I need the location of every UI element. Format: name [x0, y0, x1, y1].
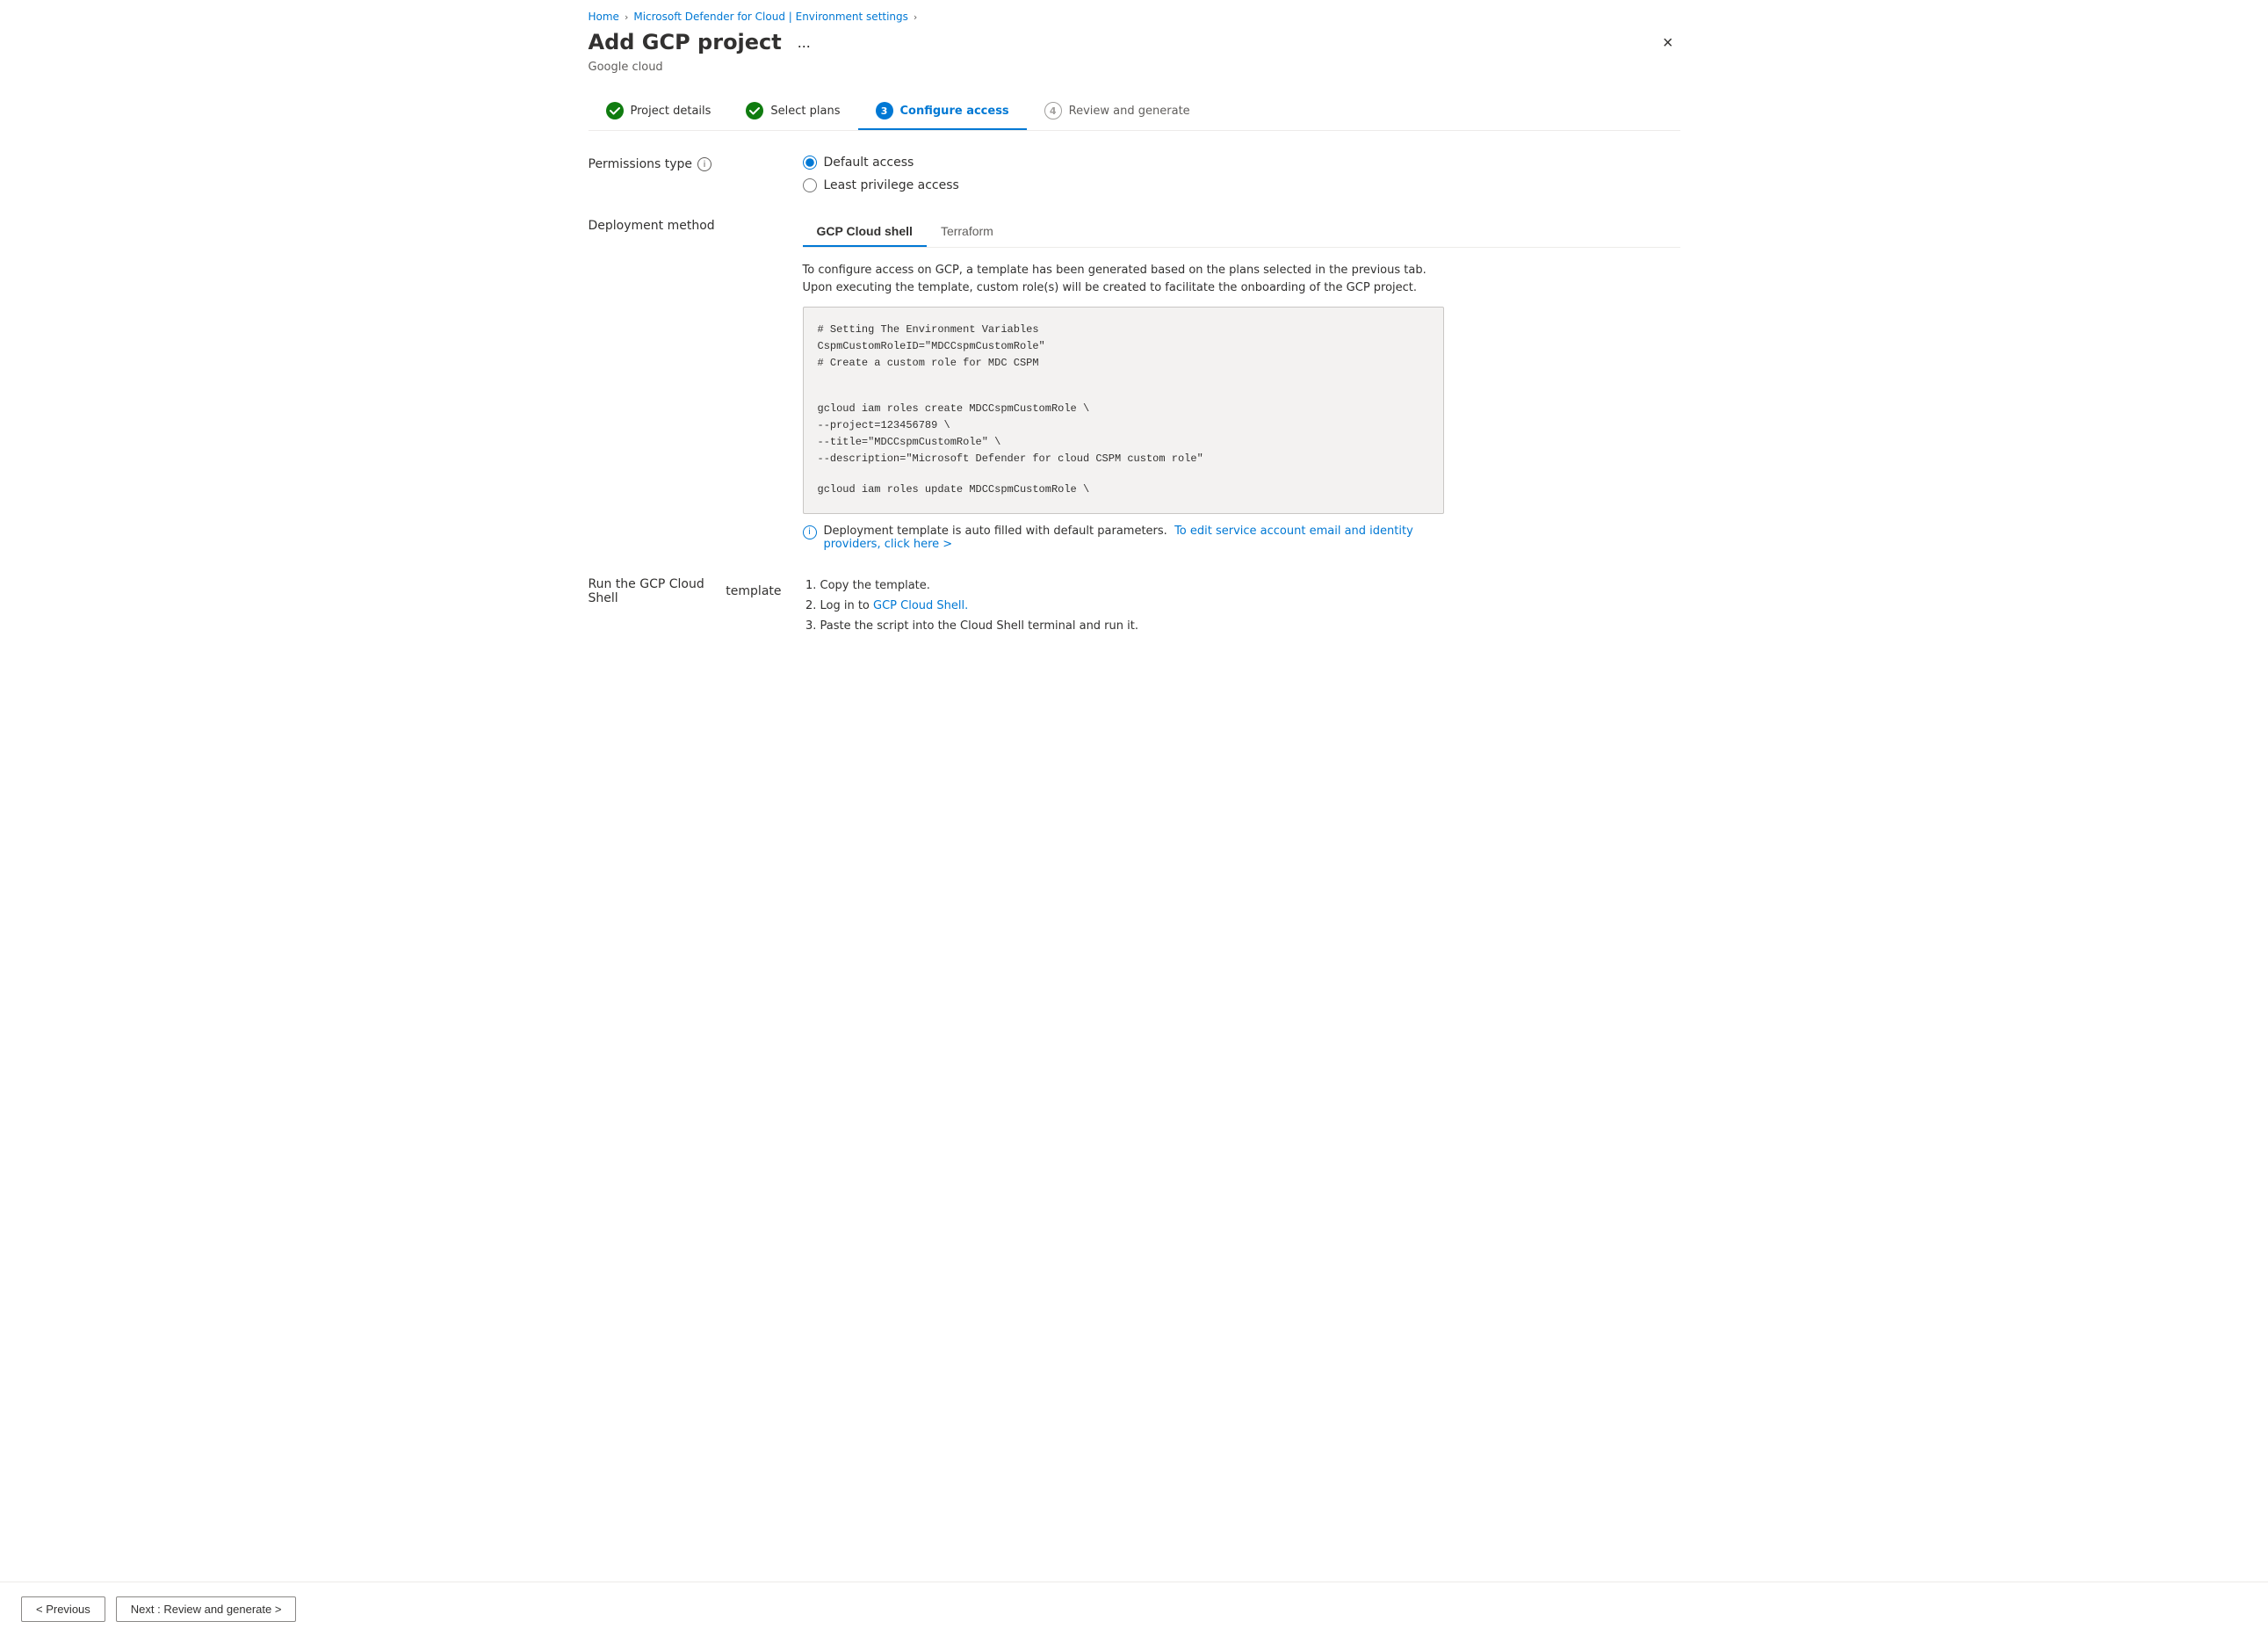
code-line-7: --project=123456789 \ — [818, 417, 1429, 434]
run-step-1: Copy the template. — [820, 575, 1680, 596]
run-step-3: Paste the script into the Cloud Shell te… — [820, 616, 1680, 636]
close-button[interactable]: × — [1656, 30, 1680, 57]
step1-circle — [606, 102, 624, 119]
deployment-info-note: i Deployment template is auto filled wit… — [803, 525, 1444, 551]
least-privilege-label: Least privilege access — [824, 178, 959, 192]
page-subtitle: Google cloud — [589, 61, 1680, 74]
breadcrumb: Home › Microsoft Defender for Cloud | En… — [589, 0, 1680, 30]
deployment-tabs: GCP Cloud shell Terraform — [803, 217, 1680, 248]
breadcrumb-env-settings[interactable]: Microsoft Defender for Cloud | Environme… — [633, 11, 908, 23]
step-review-generate[interactable]: 4 Review and generate — [1027, 91, 1208, 130]
step1-label: Project details — [631, 105, 711, 118]
info-note-text: Deployment template is auto filled with … — [824, 525, 1444, 551]
code-line-8: --title="MDCCspmCustomRole" \ — [818, 434, 1429, 451]
run-step-2: Log in to GCP Cloud Shell. — [820, 596, 1680, 616]
default-access-radio[interactable] — [803, 156, 817, 170]
run-template-label: Run the GCP Cloud Shell template — [589, 577, 782, 605]
least-privilege-option[interactable]: Least privilege access — [803, 178, 1680, 192]
gcp-cloud-shell-tab[interactable]: GCP Cloud shell — [803, 217, 927, 247]
step-select-plans[interactable]: Select plans — [728, 91, 857, 130]
step4-label: Review and generate — [1069, 105, 1190, 118]
info-note-icon: i — [803, 525, 817, 539]
code-line-4 — [818, 373, 1429, 387]
terraform-tab[interactable]: Terraform — [927, 217, 1008, 247]
code-line-1: # Setting The Environment Variables — [818, 322, 1429, 338]
page-header: Add GCP project ... × — [589, 30, 1680, 57]
default-access-option[interactable]: Default access — [803, 156, 1680, 170]
code-line-6: gcloud iam roles create MDCCspmCustomRol… — [818, 401, 1429, 417]
permissions-info-icon[interactable]: i — [697, 157, 711, 171]
code-line-5 — [818, 387, 1429, 401]
permissions-type-label: Permissions type i — [589, 157, 782, 171]
ellipsis-menu-button[interactable]: ... — [792, 32, 816, 54]
deployment-method-row: Deployment method GCP Cloud shell Terraf… — [589, 217, 1680, 551]
step3-circle: 3 — [876, 102, 893, 119]
step4-circle: 4 — [1044, 102, 1062, 119]
code-line-3: # Create a custom role for MDC CSPM — [818, 355, 1429, 372]
code-line-9: --description="Microsoft Defender for cl… — [818, 451, 1429, 467]
breadcrumb-home[interactable]: Home — [589, 11, 619, 23]
code-line-10 — [818, 467, 1429, 481]
run-template-steps: Copy the template. Log in to GCP Cloud S… — [803, 575, 1680, 637]
deployment-method-label: Deployment method — [589, 219, 782, 233]
least-privilege-radio[interactable] — [803, 178, 817, 192]
step2-label: Select plans — [770, 105, 840, 118]
deployment-description: To configure access on GCP, a template h… — [803, 262, 1444, 296]
permissions-type-row: Permissions type i Default access Least … — [589, 156, 1680, 192]
code-line-11: gcloud iam roles update MDCCspmCustomRol… — [818, 481, 1429, 498]
main-content: Permissions type i Default access Least … — [589, 156, 1680, 1636]
step-configure-access[interactable]: 3 Configure access — [858, 91, 1027, 130]
previous-button[interactable]: < Previous — [21, 1596, 105, 1622]
breadcrumb-sep-2: › — [914, 11, 917, 23]
default-access-label: Default access — [824, 156, 914, 170]
step-project-details[interactable]: Project details — [589, 91, 729, 130]
breadcrumb-sep-1: › — [625, 11, 628, 23]
next-button[interactable]: Next : Review and generate > — [116, 1596, 297, 1622]
permissions-radio-group: Default access Least privilege access — [803, 156, 1680, 192]
gcp-cloud-shell-link[interactable]: GCP Cloud Shell. — [873, 599, 968, 612]
steps-navigation: Project details Select plans 3 Configure… — [589, 91, 1680, 131]
page-title: Add GCP project — [589, 30, 782, 55]
footer: < Previous Next : Review and generate > — [0, 1582, 2268, 1636]
code-line-2: CspmCustomRoleID="MDCCspmCustomRole" — [818, 338, 1429, 355]
step2-circle — [746, 102, 763, 119]
step3-label: Configure access — [900, 105, 1009, 118]
run-template-row: Run the GCP Cloud Shell template Copy th… — [589, 575, 1680, 637]
code-template-box[interactable]: # Setting The Environment Variables Cspm… — [803, 307, 1444, 514]
